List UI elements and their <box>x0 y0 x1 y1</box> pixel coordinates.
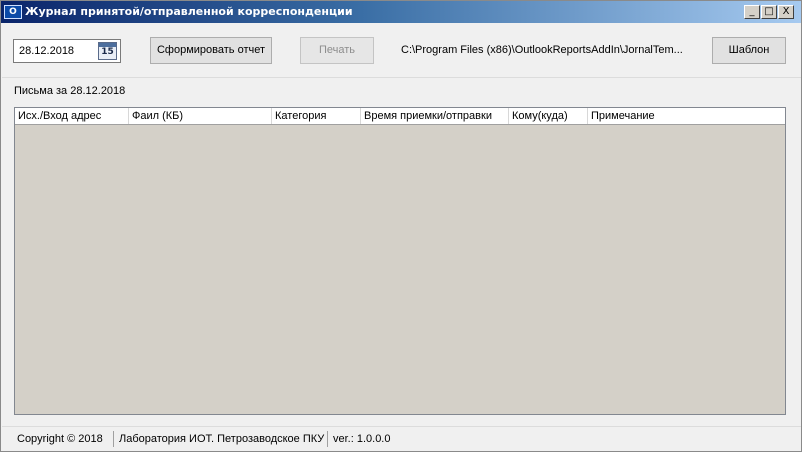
column-header-time[interactable]: Время приемки/отправки <box>361 108 509 124</box>
generate-report-button[interactable]: Сформировать отчет <box>150 37 272 64</box>
calendar-icon[interactable]: 15 <box>98 42 117 60</box>
status-copyright: Copyright © 2018 <box>17 433 103 445</box>
outlook-app-icon: O <box>4 5 22 19</box>
letters-date-label: Письма за 28.12.2018 <box>14 85 126 97</box>
column-header-category[interactable]: Категория <box>272 108 361 124</box>
status-company: Лаборатория ИОТ. Петрозаводское ПКУ <box>119 433 325 445</box>
column-header-recipient[interactable]: Кому(куда) <box>509 108 588 124</box>
status-separator <box>113 431 114 447</box>
status-bar: Copyright © 2018 Лаборатория ИОТ. Петроз… <box>2 426 801 451</box>
app-window: O Журнал принятой/отправленной корреспон… <box>0 0 802 452</box>
minimize-button[interactable]: _ <box>744 5 760 19</box>
grid-header: Исх./Вход адрес Фаил (КБ) Категория Врем… <box>15 108 785 125</box>
client-area: 28.12.2018 15 Сформировать отчет Печать … <box>2 23 801 451</box>
column-header-file[interactable]: Фаил (КБ) <box>129 108 272 124</box>
toolbar-divider <box>2 77 801 78</box>
close-button[interactable]: X <box>778 5 794 19</box>
date-value[interactable]: 28.12.2018 <box>19 45 74 57</box>
column-header-note[interactable]: Примечание <box>588 108 785 124</box>
calendar-icon-day: 15 <box>101 47 114 57</box>
date-picker[interactable]: 28.12.2018 15 <box>13 39 121 63</box>
template-path: C:\Program Files (x86)\OutlookReportsAdd… <box>401 44 683 56</box>
title-bar[interactable]: O Журнал принятой/отправленной корреспон… <box>1 1 801 23</box>
maximize-button[interactable]: □ <box>761 5 777 19</box>
window-title: Журнал принятой/отправленной корреспонде… <box>25 5 353 18</box>
column-header-address[interactable]: Исх./Вход адрес <box>15 108 129 124</box>
letters-grid[interactable]: Исх./Вход адрес Фаил (КБ) Категория Врем… <box>14 107 786 415</box>
template-button[interactable]: Шаблон <box>712 37 786 64</box>
status-separator <box>327 431 328 447</box>
print-button[interactable]: Печать <box>300 37 374 64</box>
status-version: ver.: 1.0.0.0 <box>333 433 391 445</box>
